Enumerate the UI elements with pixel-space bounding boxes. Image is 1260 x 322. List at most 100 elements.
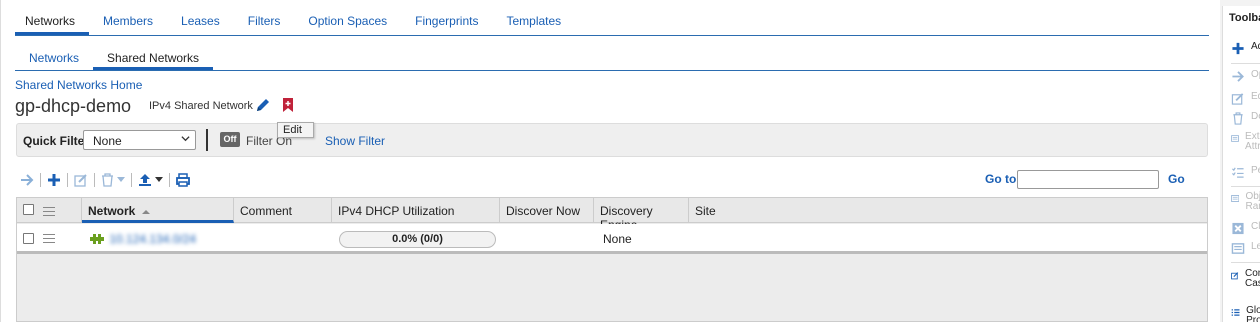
- toolbar-object-ranges-label: Object Ranges: [1245, 191, 1260, 212]
- edit-button[interactable]: [70, 171, 92, 189]
- goto-input[interactable]: [1017, 170, 1159, 189]
- separator: [40, 173, 41, 187]
- row-menu-icon[interactable]: [43, 234, 55, 243]
- tab-members[interactable]: Members: [89, 10, 167, 35]
- toolbar-configure-cascading-label: Configure Cascading: [1244, 268, 1260, 289]
- open-button[interactable]: [16, 171, 38, 189]
- network-type-label: IPv4 Shared Network: [149, 100, 253, 112]
- go-button[interactable]: Go: [1168, 172, 1185, 186]
- toolbar-open-label: Open: [1251, 69, 1260, 80]
- toolbar-leases[interactable]: Leases: [1231, 242, 1260, 255]
- grid-actions: [16, 170, 194, 190]
- toolbar-panel: Toolbar Add Open Edit Delete Extensible …: [1222, 6, 1260, 322]
- print-button[interactable]: [172, 171, 194, 189]
- network-cell: 10.124.134.0/24: [90, 224, 196, 254]
- utilization-bar: 0.0% (0/0): [339, 231, 496, 248]
- toolbar-edit-label: Edit: [1251, 91, 1260, 102]
- toolbar-permissions[interactable]: Permissions: [1231, 166, 1260, 179]
- column-header-site[interactable]: Site: [689, 198, 1207, 223]
- page-title: gp-dhcp-demo: [15, 96, 132, 116]
- row-checkbox[interactable]: [23, 233, 34, 244]
- sub-tabs: Networks Shared Networks: [15, 46, 1209, 71]
- edit-icon: [1231, 93, 1244, 105]
- tab-networks[interactable]: Networks: [15, 10, 90, 35]
- tab-option-spaces[interactable]: Option Spaces: [294, 10, 401, 35]
- subtab-networks[interactable]: Networks: [15, 46, 93, 70]
- divider: [206, 129, 208, 151]
- separator: [94, 173, 95, 187]
- checklist-icon: [1232, 167, 1244, 178]
- sort-ascending-icon: [141, 210, 150, 214]
- toolbar-title: Toolbar: [1229, 12, 1260, 24]
- export-button[interactable]: [134, 171, 167, 189]
- filter-toggle[interactable]: Off: [220, 132, 240, 147]
- bullets-icon: [1231, 309, 1240, 316]
- column-header-network[interactable]: Network: [82, 198, 234, 223]
- edit-icon: [74, 174, 87, 187]
- column-header-discovery-engine[interactable]: Discovery Engine: [594, 198, 689, 232]
- tab-templates[interactable]: Templates: [492, 10, 575, 35]
- tab-fingerprints[interactable]: Fingerprints: [401, 10, 492, 35]
- toolbar-object-ranges[interactable]: Object Ranges: [1231, 192, 1260, 212]
- network-link[interactable]: 10.124.134.0/24: [109, 232, 196, 246]
- subtab-shared-networks[interactable]: Shared Networks: [93, 46, 214, 70]
- toolbar-permissions-label: Permissions: [1251, 165, 1260, 176]
- plus-icon: [1232, 42, 1244, 55]
- chevron-down-icon: [181, 136, 190, 142]
- toolbar-edit[interactable]: Edit: [1231, 92, 1260, 105]
- separator: [67, 173, 68, 187]
- upload-icon: [139, 174, 151, 186]
- grid-header: Network Comment IPv4 DHCP Utilization Di…: [17, 198, 1207, 232]
- tab-leases[interactable]: Leases: [167, 10, 234, 35]
- shared-networks-grid: Network Comment IPv4 DHCP Utilization Di…: [16, 197, 1208, 322]
- goto-label: Go to: [985, 172, 1017, 186]
- filter-bar: Quick Filter None Off Filter On Show Fil…: [16, 123, 1208, 157]
- toolbar-leases-label: Leases: [1251, 241, 1260, 252]
- list-icon: [1231, 135, 1239, 142]
- quick-filter-label: Quick Filter: [23, 134, 90, 148]
- grid-icon: [1231, 195, 1240, 202]
- column-header-discover-now[interactable]: Discover Now: [500, 198, 594, 223]
- table-row[interactable]: 10.124.134.0/24 0.0% (0/0) None: [17, 224, 1207, 254]
- delete-button[interactable]: [97, 171, 129, 189]
- arrow-right-icon: [1232, 71, 1244, 82]
- plus-icon: [48, 174, 60, 186]
- toolbar-clear-label: Clear: [1251, 221, 1260, 232]
- trash-icon: [102, 173, 113, 187]
- toolbar-clear[interactable]: Clear: [1231, 222, 1260, 235]
- toolbar-delete[interactable]: Delete: [1231, 112, 1260, 125]
- toolbar-separator: [1231, 63, 1260, 64]
- tab-filters[interactable]: Filters: [234, 10, 295, 35]
- arrow-right-icon: [21, 174, 34, 186]
- header-divider: [17, 198, 82, 223]
- clear-icon: [1232, 222, 1244, 235]
- toolbar-extensible-attributes[interactable]: Extensible Attributes: [1231, 132, 1260, 152]
- breadcrumb[interactable]: Shared Networks Home: [15, 78, 142, 92]
- column-header-utilization[interactable]: IPv4 DHCP Utilization: [332, 198, 500, 223]
- show-filter-link[interactable]: Show Filter: [325, 134, 385, 148]
- toolbar-separator: [1231, 186, 1260, 187]
- trash-icon: [1233, 112, 1243, 125]
- toolbar-add-label: Add: [1251, 41, 1260, 52]
- config-icon: [1231, 272, 1239, 280]
- pencil-icon[interactable]: [255, 97, 271, 113]
- caret-down-icon: [117, 177, 125, 182]
- separator: [169, 173, 170, 187]
- top-tabs: Networks Members Leases Filters Option S…: [15, 10, 1209, 36]
- toolbar-extensible-attributes-label: Extensible Attributes: [1245, 131, 1260, 152]
- column-header-network-label: Network: [88, 204, 136, 218]
- caret-down-icon: [155, 177, 163, 182]
- toolbar-global-properties[interactable]: Global Properties: [1231, 306, 1260, 322]
- edit-tooltip: Edit: [277, 122, 314, 138]
- add-button[interactable]: [43, 171, 65, 189]
- toolbar-separator: [1231, 262, 1260, 263]
- leases-icon: [1231, 243, 1245, 254]
- toolbar-configure-cascading[interactable]: Configure Cascading: [1231, 269, 1260, 289]
- toolbar-add[interactable]: Add: [1231, 42, 1260, 55]
- discovery-engine-cell: None: [603, 232, 632, 246]
- quick-filter-select[interactable]: None: [83, 130, 196, 150]
- toolbar-global-properties-label: Global Properties: [1246, 305, 1260, 322]
- column-header-comment[interactable]: Comment: [234, 198, 332, 223]
- bookmark-icon[interactable]: [282, 98, 294, 112]
- toolbar-open[interactable]: Open: [1231, 70, 1260, 83]
